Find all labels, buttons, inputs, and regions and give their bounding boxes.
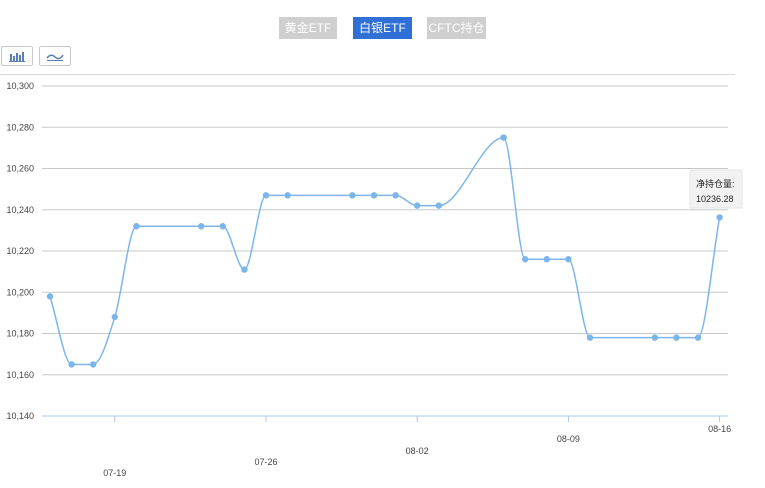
- data-point[interactable]: [111, 313, 119, 321]
- y-tick-label: 10,180: [6, 329, 34, 339]
- data-point[interactable]: [543, 256, 550, 263]
- x-tick-label: 07-26: [254, 457, 277, 467]
- data-point[interactable]: [219, 223, 226, 230]
- data-point[interactable]: [500, 134, 507, 141]
- data-point[interactable]: [262, 192, 270, 199]
- data-point[interactable]: [349, 192, 356, 199]
- y-axis: 10,140 10,160 10,180 10,200 10,220 10,240 10,2…: [6, 81, 34, 421]
- x-tick-label: 08-16: [708, 424, 731, 434]
- data-point[interactable]: [673, 334, 680, 341]
- data-point[interactable]: [198, 223, 205, 230]
- y-tick-label: 10,280: [6, 122, 34, 132]
- data-point[interactable]: [241, 266, 248, 273]
- data-point[interactable]: [133, 223, 140, 230]
- tooltip-value: 10236.28: [696, 194, 734, 204]
- y-tick-label: 10,160: [6, 370, 34, 380]
- data-point[interactable]: [284, 192, 291, 199]
- data-point[interactable]: [586, 334, 594, 341]
- y-tick-label: 10,240: [6, 205, 34, 215]
- data-point[interactable]: [565, 256, 572, 263]
- data-point[interactable]: [716, 214, 723, 221]
- y-tick-label: 10,260: [6, 164, 34, 174]
- x-tick-label: 07-19: [103, 468, 126, 478]
- x-axis: 07-19 07-26 08-02 08-09 08-16: [103, 416, 731, 478]
- data-point[interactable]: [522, 256, 529, 263]
- silver-etf-line-chart: 10,140 10,160 10,180 10,200 10,220 10,240 10,2…: [6, 81, 743, 478]
- data-point[interactable]: [414, 202, 421, 209]
- value-tooltip: 净持仓量: 10236.28: [689, 169, 743, 209]
- y-tick-label: 10,300: [6, 81, 34, 91]
- y-tick-label: 10,200: [6, 287, 34, 297]
- data-point[interactable]: [694, 334, 702, 341]
- data-point[interactable]: [68, 361, 75, 368]
- x-tick-label: 08-02: [406, 446, 429, 456]
- data-point[interactable]: [90, 361, 97, 368]
- x-tick-label: 08-09: [557, 434, 580, 444]
- data-point[interactable]: [370, 192, 378, 199]
- data-point[interactable]: [651, 334, 658, 341]
- data-point[interactable]: [435, 202, 442, 209]
- y-tick-label: 10,140: [6, 411, 34, 421]
- grid-lines: [42, 85, 728, 417]
- data-point[interactable]: [46, 293, 54, 300]
- y-tick-label: 10,220: [6, 246, 34, 256]
- data-point[interactable]: [392, 192, 399, 199]
- tooltip-label: 净持仓量:: [696, 178, 735, 189]
